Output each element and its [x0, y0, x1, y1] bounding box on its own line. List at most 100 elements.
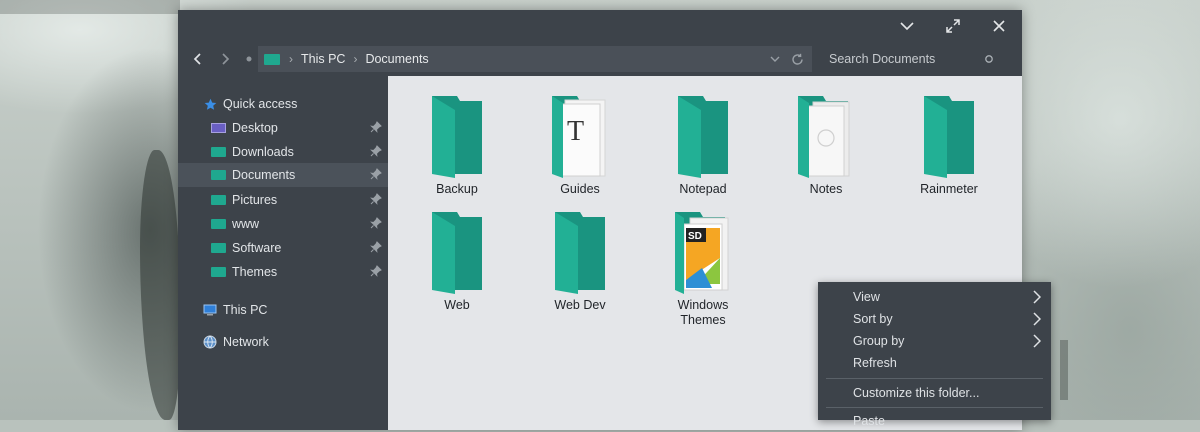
folder-label-line2: Themes — [680, 313, 726, 327]
sidebar-item-pictures[interactable]: Pictures — [178, 188, 388, 212]
sidebar-item-label: Desktop — [232, 121, 278, 135]
menu-item-label: Refresh — [853, 356, 897, 370]
maximize-button[interactable] — [930, 10, 976, 42]
sidebar-item-label: www — [232, 217, 260, 231]
folder-label-line1: Windows — [677, 298, 729, 312]
folder-with-documents-icon: T — [552, 96, 606, 178]
back-button[interactable] — [184, 42, 210, 76]
sidebar-item-themes[interactable]: Themes — [178, 260, 388, 284]
folder-icon — [211, 243, 226, 253]
close-button[interactable] — [976, 10, 1022, 42]
breadcrumb-separator: › — [289, 52, 293, 66]
sidebar-item-label: Pictures — [232, 193, 278, 207]
sidebar-item-www[interactable]: www — [178, 212, 388, 236]
folder-icon — [211, 195, 226, 205]
pin-icon[interactable] — [370, 241, 382, 253]
context-menu: View Sort by Group by Refresh Customize … — [818, 282, 1051, 428]
sidebar-item-desktop[interactable]: Desktop — [178, 116, 388, 140]
menu-item-label: Paste — [853, 414, 885, 428]
folder-icon — [432, 96, 482, 178]
folder-item-backup[interactable]: Backup — [402, 94, 512, 197]
dot-icon — [246, 56, 252, 62]
network-globe-icon — [203, 335, 217, 349]
folder-with-documents-icon — [798, 96, 850, 178]
address-bar[interactable]: › This PC › Documents — [258, 46, 812, 72]
navigation-pane: Quick access Desktop Downloads Documents… — [178, 76, 388, 430]
maximize-icon — [946, 19, 960, 33]
pin-icon[interactable] — [370, 193, 382, 205]
folder-item-guides[interactable]: T Guides — [525, 94, 635, 197]
menu-item-label: Customize this folder... — [853, 386, 980, 400]
sidebar-item-label: Documents — [232, 168, 296, 182]
chevron-down-icon — [900, 22, 914, 31]
folder-item-rainmeter[interactable]: Rainmeter — [894, 94, 1004, 197]
folder-label: Notes — [809, 182, 843, 196]
folder-label: Guides — [560, 182, 600, 196]
chevron-down-icon[interactable] — [770, 56, 780, 62]
folder-item-notepad[interactable]: Notepad — [648, 94, 758, 197]
folder-item-web-dev[interactable]: Web Dev — [525, 210, 635, 313]
sidebar-item-label: Downloads — [232, 145, 294, 159]
close-icon — [993, 20, 1005, 32]
pin-icon[interactable] — [370, 265, 382, 277]
folder-label: Web — [444, 298, 470, 312]
folder-label: Backup — [436, 182, 478, 196]
chevron-left-icon — [193, 53, 201, 65]
folder-item-notes[interactable]: Notes — [771, 94, 881, 197]
folder-icon — [264, 53, 280, 65]
sidebar-item-quick-access[interactable]: Quick access — [178, 92, 388, 116]
sidebar-item-downloads[interactable]: Downloads — [178, 140, 388, 164]
chevron-right-icon — [1033, 290, 1041, 304]
svg-text:T: T — [567, 116, 584, 147]
breadcrumb-separator: › — [353, 52, 358, 66]
menu-item-label: View — [853, 290, 880, 304]
folder-item-windows-themes[interactable]: SD Windows Themes — [648, 210, 758, 328]
menu-item-customize-folder[interactable]: Customize this folder... — [818, 382, 1051, 404]
sidebar-item-documents[interactable]: Documents — [178, 163, 388, 187]
search-box[interactable]: Search Documents — [818, 46, 1014, 72]
desktop-icon — [211, 123, 226, 133]
breadcrumb-documents[interactable]: Documents — [365, 52, 428, 66]
menu-item-label: Sort by — [853, 312, 893, 326]
breadcrumb-this-pc[interactable]: This PC — [301, 52, 345, 66]
folder-with-psd-icon: SD — [675, 212, 729, 294]
svg-text:SD: SD — [688, 231, 702, 242]
folder-icon — [211, 170, 226, 180]
folder-icon — [211, 147, 226, 157]
chevron-right-icon — [1033, 334, 1041, 348]
folder-label: Windows Themes — [678, 298, 729, 328]
navigation-bar: › This PC › Documents Search Documents — [178, 42, 1022, 76]
menu-separator — [826, 378, 1043, 379]
folder-label: Web Dev — [554, 298, 606, 312]
wallpaper-paint-streak — [140, 150, 180, 420]
pin-icon[interactable] — [370, 168, 382, 180]
sidebar-item-network[interactable]: Network — [178, 330, 388, 354]
folder-icon — [211, 267, 226, 277]
chevron-right-icon — [222, 53, 230, 65]
menu-item-paste[interactable]: Paste — [818, 410, 1051, 432]
folder-item-web[interactable]: Web — [402, 210, 512, 313]
sidebar-item-label: Software — [232, 241, 282, 255]
folder-icon — [432, 212, 482, 294]
sidebar-item-software[interactable]: Software — [178, 236, 388, 260]
menu-item-group-by[interactable]: Group by — [818, 330, 1051, 352]
minimize-button[interactable] — [884, 10, 930, 42]
sidebar-item-this-pc[interactable]: This PC — [178, 298, 388, 322]
folder-icon — [211, 219, 226, 229]
folder-icon — [555, 212, 605, 294]
refresh-icon[interactable] — [791, 53, 804, 66]
pin-icon[interactable] — [370, 217, 382, 229]
search-icon — [985, 55, 993, 63]
menu-item-sort-by[interactable]: Sort by — [818, 308, 1051, 330]
computer-icon — [203, 304, 217, 316]
wallpaper-paint-streak — [0, 0, 180, 14]
pin-icon[interactable] — [370, 145, 382, 157]
sidebar-item-label: Quick access — [223, 97, 298, 111]
title-bar[interactable] — [178, 10, 1022, 42]
menu-item-view[interactable]: View — [818, 286, 1051, 308]
wallpaper-paint-streak — [1060, 340, 1068, 400]
menu-item-refresh[interactable]: Refresh — [818, 352, 1051, 374]
pin-icon[interactable] — [370, 121, 382, 133]
folder-icon — [678, 96, 728, 178]
search-input[interactable]: Search Documents — [829, 52, 984, 66]
